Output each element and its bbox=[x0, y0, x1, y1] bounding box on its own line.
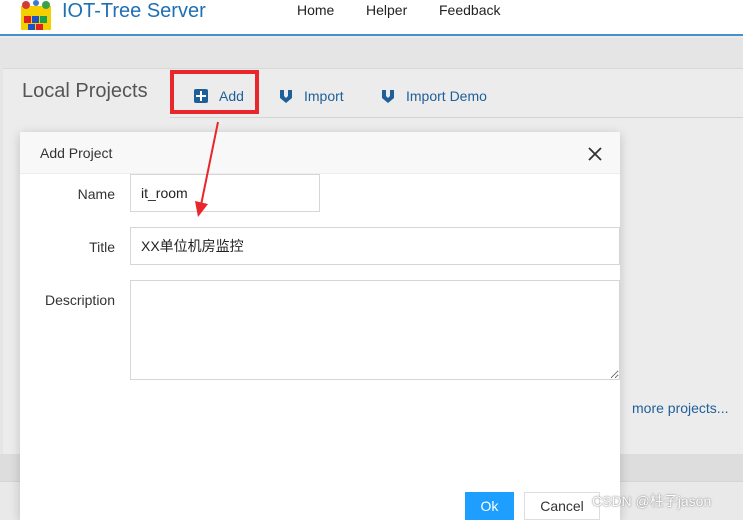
import-demo-button[interactable]: Import Demo bbox=[381, 86, 487, 106]
panel-title: Local Projects bbox=[22, 80, 148, 102]
import-icon bbox=[280, 90, 292, 103]
dialog-title: Add Project bbox=[40, 145, 113, 161]
ok-button[interactable]: Ok bbox=[465, 492, 514, 520]
watermark-text: CSDN @柱子jason bbox=[592, 493, 712, 509]
import-button[interactable]: Import bbox=[279, 86, 344, 106]
description-label: Description bbox=[44, 292, 115, 308]
import-demo-icon bbox=[382, 90, 394, 103]
iot-tree-logo-icon bbox=[21, 0, 51, 30]
nav-feedback[interactable]: Feedback bbox=[439, 1, 500, 19]
dialog-header: Add Project bbox=[20, 132, 620, 174]
import-demo-button-label: Import Demo bbox=[406, 88, 487, 104]
description-textarea[interactable] bbox=[130, 280, 620, 380]
nav-helper[interactable]: Helper bbox=[366, 1, 407, 19]
close-icon[interactable] bbox=[587, 146, 603, 162]
title-label: Title bbox=[89, 239, 115, 255]
more-projects-link[interactable]: more projects... bbox=[632, 400, 728, 416]
panel-divider bbox=[170, 117, 743, 118]
import-button-label: Import bbox=[304, 88, 344, 104]
name-label: Name bbox=[77, 186, 115, 202]
top-navbar: IOT-Tree Server Home Helper Feedback bbox=[0, 0, 743, 36]
app-title: IOT-Tree Server bbox=[62, 0, 206, 22]
name-input[interactable] bbox=[130, 174, 320, 212]
nav-home[interactable]: Home bbox=[297, 1, 334, 19]
title-input[interactable] bbox=[130, 227, 620, 265]
cancel-button[interactable]: Cancel bbox=[524, 492, 600, 520]
add-project-dialog: Add Project Name Title Description Ok Ca… bbox=[20, 132, 620, 520]
highlight-annotation bbox=[170, 70, 259, 114]
